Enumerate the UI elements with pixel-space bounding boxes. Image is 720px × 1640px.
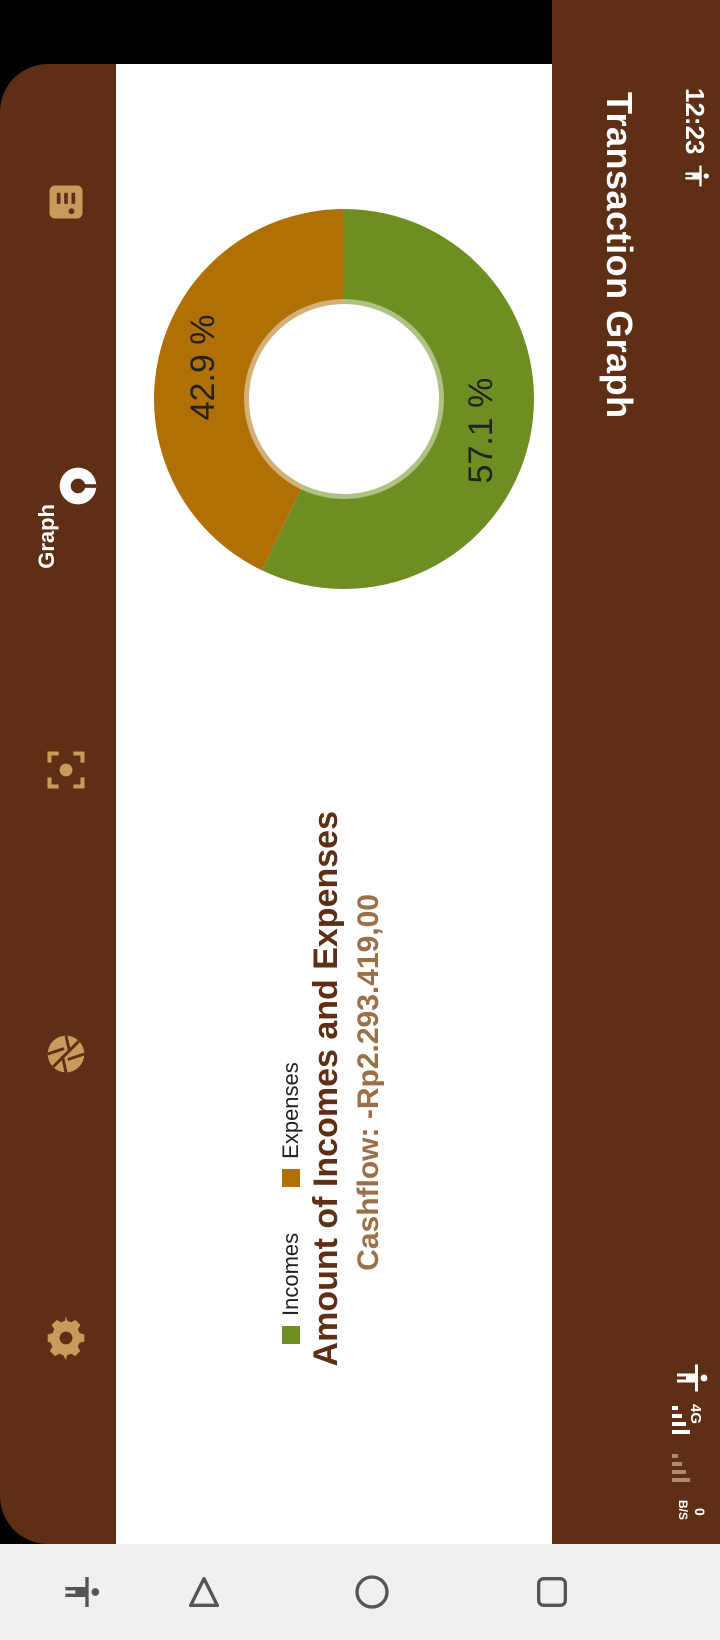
aperture-icon[interactable] xyxy=(44,1032,88,1076)
donut-label-expenses: 42.9 % xyxy=(184,315,222,421)
page-title: Transaction Graph xyxy=(599,92,640,419)
legend-label-expenses: Expenses xyxy=(278,1062,303,1159)
gear-icon[interactable] xyxy=(44,1316,88,1360)
receipt-icon[interactable] xyxy=(44,180,88,224)
legend-label-incomes: Incomes xyxy=(278,1232,303,1316)
legend-swatch-expenses xyxy=(282,1168,300,1187)
legend-swatch-incomes xyxy=(282,1326,300,1344)
net-speed-unit: B/S xyxy=(676,1500,690,1521)
signal-icon-secondary xyxy=(672,1454,690,1482)
home-button[interactable] xyxy=(352,1572,392,1612)
cashflow-text: Cashflow: -Rp2.293.419,00 xyxy=(352,894,385,1271)
accessibility-button[interactable] xyxy=(62,1572,102,1612)
status-time: 12:23 xyxy=(680,88,710,155)
bottom-navigation: Graph xyxy=(0,64,116,1544)
accessibility-icon xyxy=(685,165,710,187)
donut-inner-ring xyxy=(244,299,444,499)
chart-legend: Incomes Expenses xyxy=(276,924,306,1344)
donut-label-incomes: 57.1 % xyxy=(462,378,500,484)
graph-content: 57.1 % 42.9 % Cashflow: -Rp2.293.419,00 A… xyxy=(116,64,552,1544)
legend-item-incomes: Incomes xyxy=(276,1233,306,1344)
recents-button[interactable] xyxy=(532,1572,572,1612)
back-button[interactable] xyxy=(184,1572,224,1612)
net-speed-value: 0 xyxy=(692,1508,708,1516)
nav-graph-label: Graph xyxy=(34,504,59,569)
signal-icon xyxy=(672,1406,690,1434)
donut-chart: 57.1 % 42.9 % xyxy=(154,209,534,589)
legend-item-expenses: Expenses xyxy=(276,1062,306,1187)
chart-title: Amount of Incomes and Expenses xyxy=(307,811,345,1367)
chart-pie-icon[interactable] xyxy=(56,464,100,508)
accessibility-icon xyxy=(677,1364,708,1392)
rotated-canvas: 12:23 4G 0 B/S 60 Transa xyxy=(0,0,720,1640)
app-header: 12:23 4G 0 B/S 60 Transa xyxy=(552,0,720,1640)
screen: 12:23 4G 0 B/S 60 Transa xyxy=(0,0,720,1640)
system-navigation-bar xyxy=(0,1544,720,1640)
scan-icon[interactable] xyxy=(44,748,88,792)
